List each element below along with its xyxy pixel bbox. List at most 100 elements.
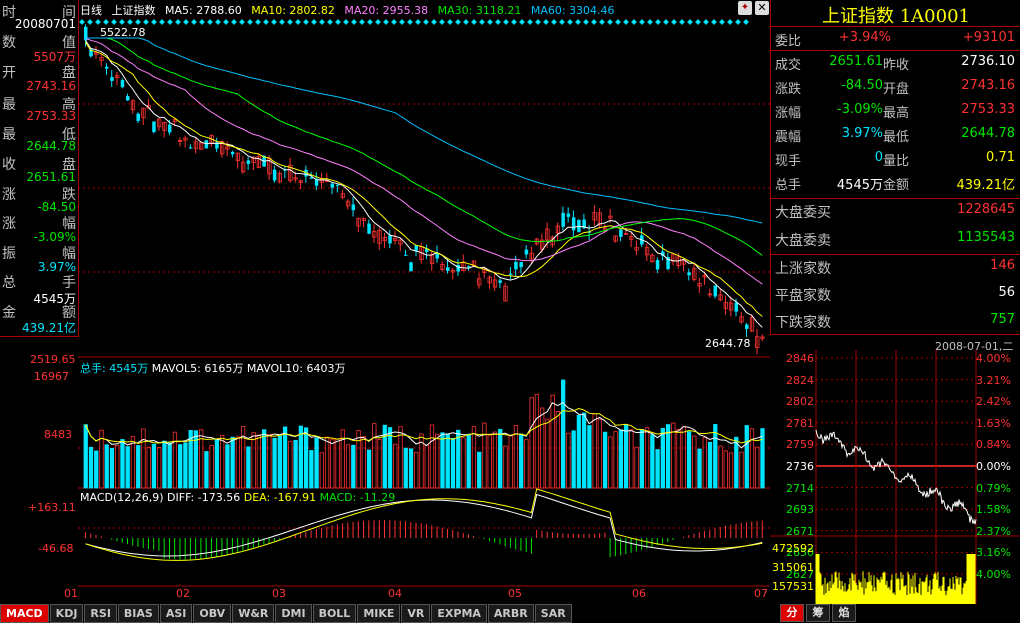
tab-kdj[interactable]: KDJ	[49, 604, 84, 623]
kline-chart-area[interactable]	[78, 18, 770, 604]
mini-pct-tick: 3.21%	[976, 373, 1011, 387]
quote-info-column: 时 间 20080701 数 值 5507万 开 盘 2743.16 最 高 2…	[0, 0, 79, 337]
right-tabs: 分筹焰	[780, 604, 858, 622]
mini-price-tick: 2736	[786, 460, 814, 473]
right-tab[interactable]: 筹	[806, 604, 830, 622]
tab-dmi[interactable]: DMI	[275, 604, 312, 623]
quote-value: -84.50	[841, 78, 883, 93]
tab-vr[interactable]: VR	[401, 604, 431, 623]
volume-bars	[83, 379, 765, 489]
mini-pct-tick: 2.37%	[976, 524, 1011, 538]
mini-pct-tick: 3.16%	[976, 546, 1011, 560]
tab-bias[interactable]: BIAS	[117, 604, 159, 623]
mini-pct-tick: 4.00%	[976, 352, 1011, 365]
macd-dea: DEA: -167.91	[243, 491, 317, 504]
macd-diff: DIFF: -173.56	[167, 491, 241, 504]
macd-params: MACD(12,26,9)	[80, 491, 164, 504]
quote-key: 涨跌	[775, 82, 802, 97]
market-value: 757	[990, 312, 1015, 327]
mini-price-tick: 2824	[786, 373, 814, 387]
low-marker-label: 2644.78	[705, 337, 751, 350]
mini-vol-tick: 472592	[772, 542, 814, 555]
quote-value: 439.21亿	[956, 178, 1016, 193]
weicha-value: +93101	[962, 30, 1015, 45]
period-label: 日线	[80, 4, 102, 17]
mini-vol-tick: 315061	[772, 561, 814, 574]
quote-value: 2736.10	[961, 54, 1015, 69]
tab-obv[interactable]: OBV	[193, 604, 232, 623]
weibi-value: +3.94%	[838, 30, 891, 45]
tab-asi[interactable]: ASI	[159, 604, 193, 623]
tab-mike[interactable]: MIKE	[357, 604, 401, 623]
quote-value: 0	[874, 150, 883, 165]
right-tab[interactable]: 分	[780, 604, 804, 622]
high-marker-label: 5522.78	[100, 26, 146, 39]
label-kai: 开	[2, 65, 16, 81]
quote-value: 4545万	[836, 178, 883, 193]
mini-vol-tick: 157531	[772, 580, 814, 593]
close-icon[interactable]: ✕	[755, 1, 769, 15]
macd-tick-mid: -46.68	[38, 542, 74, 555]
value-close: 2651.61	[26, 170, 76, 184]
mini-price-tick: 2781	[786, 416, 814, 430]
quote-row: 现手 0 量比 0.71	[771, 147, 1020, 171]
label-zui: 最	[2, 97, 16, 113]
quote-row: 涨幅 -3.09% 最高 2753.33	[771, 99, 1020, 123]
ma-legend-bar: 日线 上证指数 MA5: 2788.60 MA10: 2802.82 MA20:…	[80, 2, 621, 18]
label-zhen: 振	[2, 246, 16, 262]
x-tick: 04	[388, 587, 402, 600]
mini-pct-tick: 1.63%	[976, 416, 1011, 430]
mini-price-tick: 2802	[786, 395, 814, 409]
tab-boll[interactable]: BOLL	[312, 604, 357, 623]
mini-pct-tick: 0.79%	[976, 481, 1011, 495]
restore-icon[interactable]: ✦	[738, 1, 752, 15]
market-value: 1135543	[957, 230, 1015, 245]
x-tick: 06	[632, 587, 646, 600]
tab-rsi[interactable]: RSI	[84, 604, 117, 623]
value-open: 2743.16	[26, 79, 76, 93]
index-title: 上证指数 1A0001	[822, 6, 970, 27]
mini-pct-tick: 2.42%	[976, 395, 1011, 409]
vol-tick-top: 16967	[34, 370, 69, 383]
market-value: 146	[990, 258, 1015, 273]
macd-header: MACD(12,26,9) DIFF: -173.56 DEA: -167.91…	[80, 491, 395, 504]
vol-total: 总手: 4545万	[80, 362, 149, 375]
market-row: 大盘委卖 1135543	[771, 227, 1020, 251]
ma5-label: MA5: 2788.60	[165, 4, 242, 17]
mini-pct-tick: 0.00%	[976, 460, 1011, 473]
quote-value: 2753.33	[961, 102, 1015, 117]
index-name: 上证指数	[111, 4, 156, 17]
x-tick: 01	[64, 587, 78, 600]
label-shu: 数	[2, 35, 16, 51]
ma-lines	[85, 37, 763, 328]
tab-expma[interactable]: EXPMA	[431, 604, 487, 623]
label-shou: 收	[2, 157, 16, 173]
market-key: 平盘家数	[775, 288, 831, 304]
label-jin: 金	[2, 305, 16, 321]
ma10-label: MA10: 2802.82	[251, 4, 335, 17]
quote-value: 3.97%	[841, 126, 883, 141]
market-key: 下跌家数	[775, 315, 831, 331]
market-key: 大盘委买	[775, 205, 831, 221]
label-time: 时	[2, 5, 16, 21]
market-value: 1228645	[957, 202, 1015, 217]
tab-macd[interactable]: MACD	[0, 604, 49, 623]
quote-key: 最高	[883, 106, 910, 121]
x-axis: 01 02 03 04 05 06 07	[0, 587, 770, 603]
macd-value: MACD: -11.29	[319, 491, 396, 504]
weibi-label: 委比	[775, 34, 802, 49]
weibi-row: 委比 +3.94% +93101	[771, 27, 1020, 51]
quote-key: 金额	[883, 178, 910, 193]
right-tab[interactable]: 焰	[832, 604, 856, 622]
quote-key: 涨幅	[775, 106, 802, 121]
vol-mavol10: MAVOL10: 6403万	[246, 362, 346, 375]
tab-wr[interactable]: W&R	[232, 604, 275, 623]
mini-price-tick: 2846	[786, 352, 814, 365]
tab-arbr[interactable]: ARBR	[487, 604, 534, 623]
x-tick: 05	[508, 587, 522, 600]
quote-row: 成交 2651.61 昨收 2736.10	[771, 51, 1020, 75]
market-key: 上涨家数	[775, 261, 831, 277]
quote-key: 现手	[775, 154, 802, 169]
tab-sar[interactable]: SAR	[534, 604, 572, 623]
quote-key: 量比	[883, 154, 910, 169]
